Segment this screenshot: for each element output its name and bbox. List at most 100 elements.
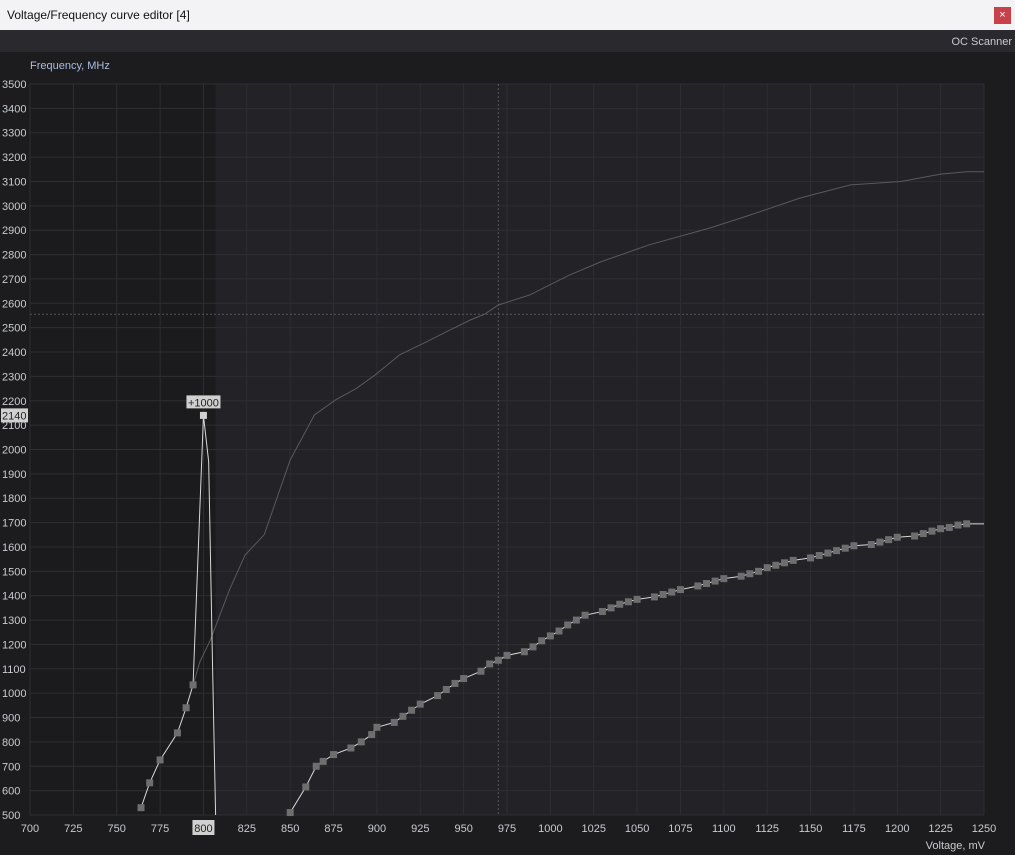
y-tick-label: 1100 [2, 664, 26, 676]
curve-point[interactable] [546, 632, 554, 640]
curve-point[interactable] [302, 783, 310, 791]
curve-point[interactable] [486, 660, 494, 668]
curve-point[interactable] [529, 643, 537, 651]
x-tick-label: 1050 [625, 823, 649, 835]
curve-point[interactable] [668, 588, 676, 596]
curve-point[interactable] [833, 547, 841, 555]
curve-point[interactable] [286, 809, 294, 817]
x-tick-label: 875 [324, 823, 342, 835]
x-tick-label: 725 [64, 823, 82, 835]
y-tick-label: 2200 [2, 396, 26, 408]
curve-point[interactable] [824, 549, 832, 557]
y-tick-label: 2300 [2, 371, 26, 383]
vf-curve-chart[interactable]: 700 725 750 775 800 825 850 875 900 925 950 975 1000… [0, 0, 1015, 855]
curve-point[interactable] [737, 572, 745, 580]
y-tick-label: 1200 [2, 639, 26, 651]
y-tick-label: 500 [2, 810, 20, 822]
curve-point[interactable] [763, 564, 771, 572]
curve-point[interactable] [937, 525, 945, 533]
curve-point[interactable] [312, 762, 320, 770]
curve-point[interactable] [173, 729, 181, 737]
curve-point[interactable] [199, 411, 207, 419]
curve-point[interactable] [189, 681, 197, 689]
x-tick-label: 775 [151, 823, 169, 835]
curve-point[interactable] [781, 559, 789, 567]
curve-point[interactable] [503, 651, 511, 659]
curve-point[interactable] [137, 804, 145, 812]
curve-point[interactable] [373, 723, 381, 731]
curve-point[interactable] [330, 751, 338, 759]
curve-point[interactable] [772, 561, 780, 569]
curve-point[interactable] [893, 533, 901, 541]
curve-point[interactable] [477, 667, 485, 675]
curve-point[interactable] [963, 520, 971, 528]
x-tick-label: 850 [281, 823, 299, 835]
curve-point[interactable] [850, 542, 858, 550]
curve-point[interactable] [954, 521, 962, 529]
curve-point[interactable] [581, 611, 589, 619]
curve-point[interactable] [451, 679, 459, 687]
curve-point[interactable] [368, 731, 376, 739]
curve-point[interactable] [572, 616, 580, 624]
curve-point[interactable] [911, 532, 919, 540]
y-tick-label: 2700 [2, 274, 26, 286]
curve-point[interactable] [598, 608, 606, 616]
curve-point[interactable] [408, 706, 416, 714]
y-tick-label: 2900 [2, 225, 26, 237]
x-tick-label: 950 [454, 823, 472, 835]
curve-point[interactable] [919, 530, 927, 538]
curve-point[interactable] [702, 580, 710, 588]
x-tick-label: 700 [21, 823, 39, 835]
curve-point[interactable] [945, 523, 953, 531]
curve-point[interactable] [694, 582, 702, 590]
curve-point[interactable] [564, 621, 572, 629]
curve-point[interactable] [815, 551, 823, 559]
curve-point[interactable] [347, 744, 355, 752]
curve-point[interactable] [319, 757, 327, 765]
y-tick-label: 3100 [2, 176, 26, 188]
curve-point[interactable] [156, 756, 164, 764]
curve-point[interactable] [789, 556, 797, 564]
curve-point[interactable] [399, 712, 407, 720]
x-tick-label: 1200 [885, 823, 909, 835]
curve-point[interactable] [390, 718, 398, 726]
curve-point[interactable] [755, 567, 763, 575]
y-tick-label: 800 [2, 737, 20, 749]
curve-point[interactable] [146, 779, 154, 787]
curve-point[interactable] [442, 686, 450, 694]
curve-point[interactable] [711, 577, 719, 585]
y-tick-label: 2600 [2, 298, 26, 310]
y-tick-label: 600 [2, 786, 20, 798]
curve-point[interactable] [607, 604, 615, 612]
curve-point[interactable] [807, 554, 815, 562]
curve-point[interactable] [841, 544, 849, 552]
curve-point[interactable] [357, 738, 365, 746]
curve-point[interactable] [416, 700, 424, 708]
curve-point[interactable] [633, 595, 641, 603]
x-tick-label: 1025 [581, 823, 605, 835]
curve-point[interactable] [182, 704, 190, 712]
curve-point[interactable] [746, 570, 754, 578]
curve-point[interactable] [676, 586, 684, 594]
curve-point[interactable] [555, 627, 563, 635]
curve-point[interactable] [616, 600, 624, 608]
curve-point[interactable] [885, 536, 893, 544]
curve-point[interactable] [867, 541, 875, 549]
curve-point[interactable] [624, 598, 632, 606]
y-tick-label: 3200 [2, 152, 26, 164]
curve-point[interactable] [494, 656, 502, 664]
x-tick-label: 975 [498, 823, 516, 835]
curve-point[interactable] [928, 527, 936, 535]
curve-point[interactable] [650, 593, 658, 601]
curve-point[interactable] [876, 538, 884, 546]
curve-point[interactable] [520, 648, 528, 656]
curve-point[interactable] [434, 692, 442, 700]
y-tick-label: 2500 [2, 323, 26, 335]
curve-point[interactable] [659, 590, 667, 598]
curve-point[interactable] [460, 675, 468, 683]
y-tick-label: 1900 [2, 469, 26, 481]
y-tick-label: 1400 [2, 591, 26, 603]
curve-point[interactable] [720, 575, 728, 583]
y-tick-label: 2000 [2, 445, 26, 457]
curve-point[interactable] [538, 637, 546, 645]
